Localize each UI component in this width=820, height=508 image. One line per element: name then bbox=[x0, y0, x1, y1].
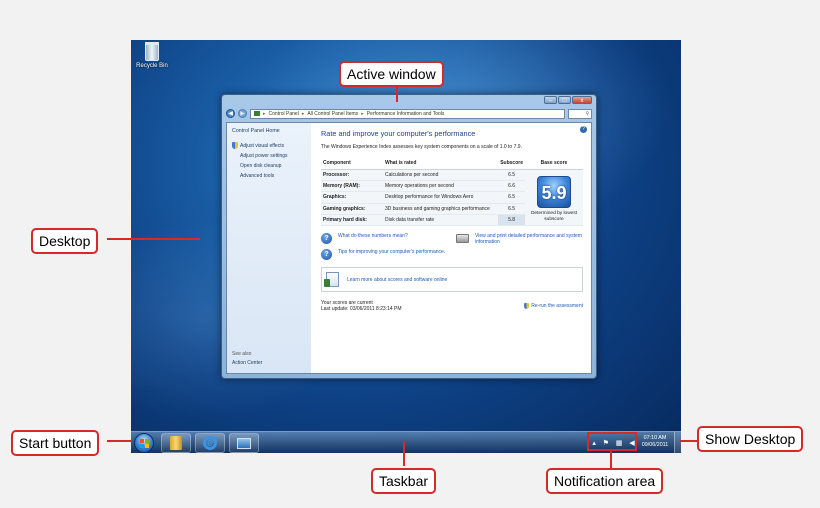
control-panel-icon bbox=[237, 437, 251, 449]
minimize-button[interactable]: – bbox=[544, 96, 557, 104]
control-panel-home-link[interactable]: Control Panel Home bbox=[232, 128, 306, 134]
main-content: ? Rate and improve your computer's perfo… bbox=[311, 123, 591, 373]
view-print-link[interactable]: View and print detailed performance and … bbox=[456, 233, 583, 245]
callout-taskbar: Taskbar bbox=[371, 468, 437, 494]
shield-icon bbox=[232, 142, 238, 149]
help-icon[interactable]: ? bbox=[580, 126, 587, 133]
base-score-badge: 5.9 bbox=[537, 176, 571, 208]
question-icon: ? bbox=[321, 233, 332, 244]
score-table: Component What is rated Subscore Base sc… bbox=[321, 158, 583, 227]
callout-start-button: Start button bbox=[11, 430, 100, 456]
see-also-heading: See also bbox=[232, 351, 252, 357]
rated-cell: Memory operations per second bbox=[383, 180, 499, 193]
maximize-button[interactable]: □ bbox=[558, 96, 571, 104]
sidebar-link-disk-cleanup[interactable]: Open disk cleanup bbox=[232, 163, 306, 169]
taskbar-clock[interactable]: 07:10 AM 09/06/2011 bbox=[638, 435, 672, 449]
column-header: What is rated bbox=[383, 158, 499, 170]
what-numbers-mean-link[interactable]: ? What do these numbers mean? bbox=[321, 233, 448, 244]
task-pane: Control Panel Home Adjust visual effects… bbox=[227, 123, 311, 373]
subscore-cell: 5.8 bbox=[498, 214, 525, 227]
rerun-assessment-link[interactable]: Re-run the assessment bbox=[524, 300, 583, 312]
learn-more-box: Learn more about scores and software onl… bbox=[321, 267, 583, 292]
subscore-cell: 6.5 bbox=[498, 191, 525, 204]
base-score-cell: 5.9 Determined by lowest subscore bbox=[525, 169, 583, 226]
recycle-bin-icon bbox=[145, 42, 159, 61]
callout-active-window: Active window bbox=[339, 61, 444, 87]
breadcrumb-performance[interactable]: Performance Information and Tools bbox=[367, 111, 445, 117]
column-header: Component bbox=[321, 158, 383, 170]
rated-cell: Calculations per second bbox=[383, 169, 499, 182]
callout-show-desktop: Show Desktop bbox=[697, 426, 804, 452]
base-score-caption: Determined by lowest subscore bbox=[530, 211, 578, 222]
notification-area-highlight bbox=[587, 432, 637, 451]
component-cell: Primary hard disk: bbox=[321, 214, 383, 227]
sidebar-link-advanced-tools[interactable]: Advanced tools bbox=[232, 173, 306, 179]
search-icon: ⚲ bbox=[585, 110, 589, 117]
page-title: Rate and improve your computer's perform… bbox=[321, 129, 476, 138]
tips-link[interactable]: ? Tips for improving your computer's per… bbox=[321, 249, 448, 260]
subscore-cell: 6.5 bbox=[498, 203, 525, 215]
component-cell: Graphics: bbox=[321, 191, 383, 204]
subscore-cell: 6.6 bbox=[498, 180, 525, 193]
desktop-screen: Recycle Bin – □ x ◀ ▶ ▸ Control Panel ▸ … bbox=[131, 40, 681, 453]
windows-logo-icon bbox=[140, 439, 149, 448]
address-bar[interactable]: ▸ Control Panel ▸ All Control Panel Item… bbox=[250, 108, 565, 119]
forward-arrow-icon[interactable]: ▶ bbox=[238, 109, 247, 118]
question-icon: ? bbox=[321, 249, 332, 260]
info-links: ? What do these numbers mean? ? Tips for… bbox=[321, 233, 583, 265]
component-cell: Memory (RAM): bbox=[321, 180, 383, 193]
search-box[interactable]: ⚲ bbox=[568, 108, 592, 119]
assessment-footer: Your scores are current Last update: 03/… bbox=[321, 300, 583, 312]
table-row: Processor: Calculations per second 6.5 5… bbox=[321, 169, 583, 226]
internet-explorer-icon: e bbox=[203, 436, 217, 450]
printer-icon bbox=[456, 234, 469, 243]
page-description: The Windows Experience Index assesses ke… bbox=[321, 144, 522, 150]
last-update-text: Last update: 03/06/2011 8:23:14 PM bbox=[321, 306, 402, 312]
column-header: Subscore bbox=[498, 158, 525, 170]
clock-time: 07:10 AM bbox=[643, 435, 667, 441]
rated-cell: Desktop performance for Windows Aero bbox=[383, 191, 499, 204]
breadcrumb-control-panel[interactable]: Control Panel bbox=[269, 111, 299, 117]
callout-notification-area: Notification area bbox=[546, 468, 664, 494]
control-panel-icon bbox=[254, 111, 260, 116]
breadcrumb-all-items[interactable]: All Control Panel Items bbox=[307, 111, 358, 117]
window-client: Control Panel Home Adjust visual effects… bbox=[226, 122, 592, 374]
component-cell: Gaming graphics: bbox=[321, 203, 383, 215]
taskbar-ie-button[interactable]: e bbox=[195, 433, 225, 453]
folder-icon bbox=[170, 436, 182, 450]
taskbar-control-panel-button[interactable] bbox=[229, 433, 259, 453]
navigation-bar: ◀ ▶ ▸ Control Panel ▸ All Control Panel … bbox=[226, 108, 592, 119]
back-arrow-icon[interactable]: ◀ bbox=[226, 109, 235, 118]
column-header: Base score bbox=[525, 158, 583, 170]
shield-icon bbox=[524, 303, 530, 309]
rated-cell: 3D business and gaming graphics performa… bbox=[383, 203, 499, 215]
window-controls: – □ x bbox=[544, 96, 592, 104]
subscore-cell: 6.5 bbox=[498, 169, 525, 182]
performance-window[interactable]: – □ x ◀ ▶ ▸ Control Panel ▸ All Control … bbox=[221, 94, 597, 379]
action-center-link[interactable]: Action Center bbox=[232, 360, 262, 366]
rated-cell: Disk data transfer rate bbox=[383, 214, 499, 227]
recycle-bin[interactable]: Recycle Bin bbox=[134, 42, 170, 69]
clock-date: 09/06/2011 bbox=[641, 442, 669, 448]
component-cell: Processor: bbox=[321, 169, 383, 182]
software-document-icon bbox=[324, 272, 339, 287]
show-desktop-button[interactable] bbox=[674, 432, 681, 453]
sidebar-link-power-settings[interactable]: Adjust power settings bbox=[232, 153, 306, 159]
start-button[interactable] bbox=[134, 433, 154, 453]
table-header: Component What is rated Subscore Base sc… bbox=[321, 158, 583, 170]
recycle-bin-label: Recycle Bin bbox=[136, 63, 168, 69]
close-button[interactable]: x bbox=[572, 96, 592, 104]
callout-desktop: Desktop bbox=[31, 228, 99, 254]
learn-more-link[interactable]: Learn more about scores and software onl… bbox=[347, 277, 447, 283]
taskbar-explorer-button[interactable] bbox=[161, 433, 191, 453]
sidebar-link-visual-effects[interactable]: Adjust visual effects bbox=[232, 142, 306, 149]
